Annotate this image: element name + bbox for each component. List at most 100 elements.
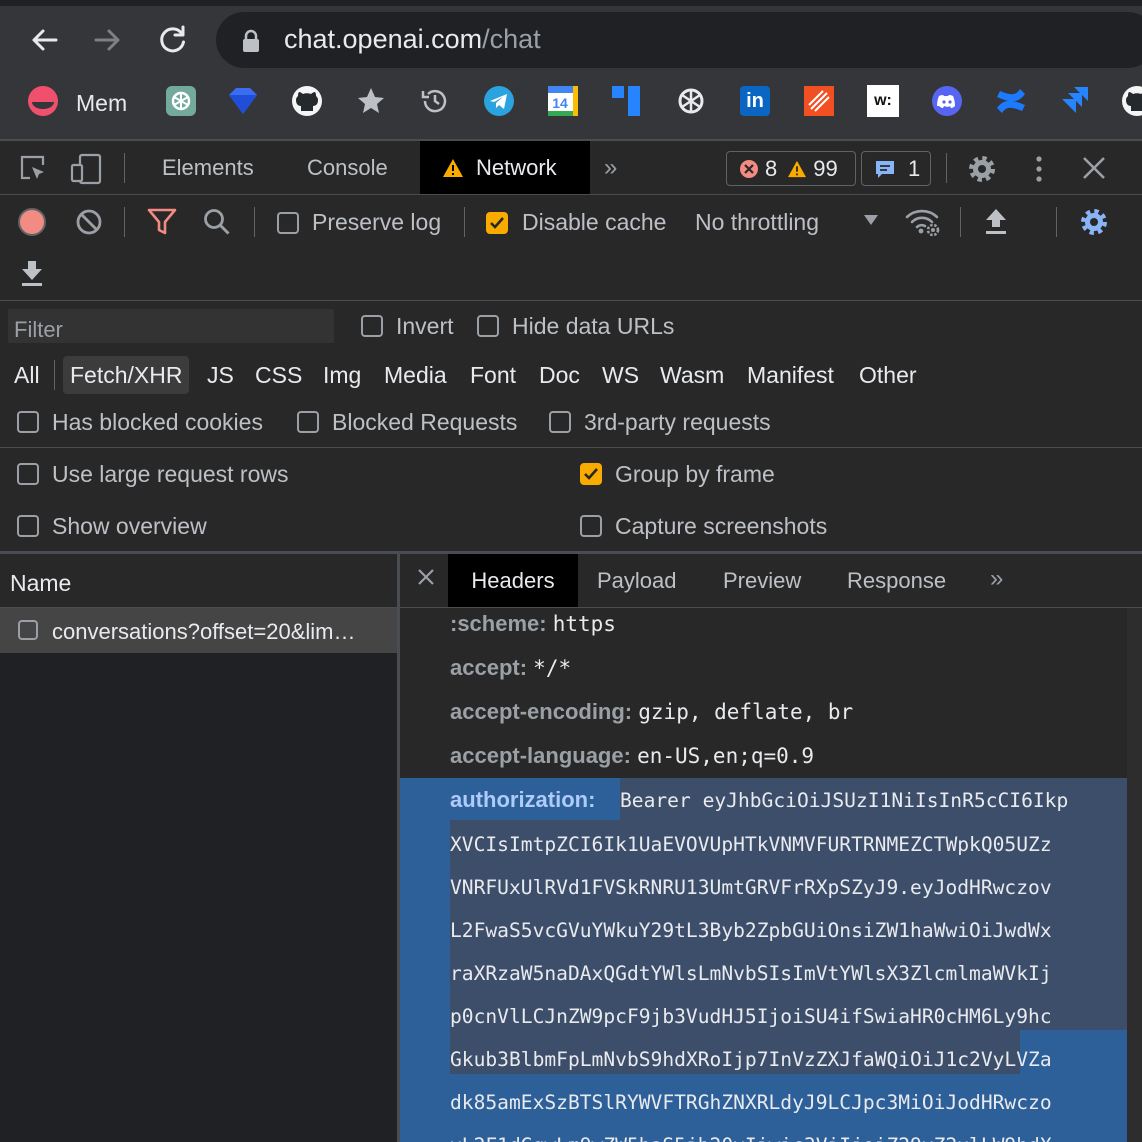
bookmark-diamond[interactable] bbox=[226, 84, 260, 118]
has-blocked-cookies-label[interactable]: Has blocked cookies bbox=[52, 409, 263, 436]
w-icon: w: bbox=[867, 85, 899, 117]
network-settings-button[interactable] bbox=[1078, 206, 1110, 243]
bookmark-telegram[interactable] bbox=[482, 84, 516, 118]
bookmark-calendar[interactable]: 14 bbox=[546, 84, 580, 118]
filter-font[interactable]: Font bbox=[470, 356, 516, 394]
filter-toggle-button[interactable] bbox=[146, 207, 178, 242]
device-toolbar-button[interactable] bbox=[70, 153, 104, 190]
bookmark-mem-label[interactable]: Mem bbox=[76, 90, 127, 117]
large-rows-label[interactable]: Use large request rows bbox=[52, 461, 289, 488]
capture-screenshots-label[interactable]: Capture screenshots bbox=[615, 513, 827, 540]
import-har-button[interactable] bbox=[982, 206, 1010, 241]
filter-media[interactable]: Media bbox=[384, 356, 447, 394]
show-overview-checkbox[interactable] bbox=[17, 515, 39, 537]
more-detail-tabs-button[interactable]: » bbox=[990, 565, 1003, 593]
tab-headers[interactable]: Headers bbox=[448, 554, 578, 607]
invert-checkbox[interactable] bbox=[361, 315, 383, 337]
blocked-requests-label[interactable]: Blocked Requests bbox=[332, 409, 517, 436]
clear-button[interactable] bbox=[75, 208, 103, 241]
bookmark-trello[interactable] bbox=[610, 84, 644, 118]
request-row[interactable]: conversations?offset=20&lim… bbox=[0, 608, 397, 653]
record-button[interactable] bbox=[18, 208, 46, 236]
lock-icon[interactable] bbox=[240, 28, 262, 59]
export-har-button[interactable] bbox=[18, 258, 46, 293]
trello-icon bbox=[612, 86, 640, 116]
messages-counter[interactable]: 1 bbox=[861, 151, 931, 186]
scrollbar[interactable] bbox=[1127, 608, 1142, 1142]
search-button[interactable] bbox=[202, 207, 232, 242]
filter-other[interactable]: Other bbox=[859, 356, 917, 394]
tab-elements[interactable]: Elements bbox=[162, 141, 254, 194]
third-party-checkbox[interactable] bbox=[549, 411, 571, 433]
throttling-dropdown-arrow[interactable] bbox=[862, 213, 880, 232]
header-value: gzip, deflate, br bbox=[638, 700, 854, 724]
header-value: */* bbox=[533, 656, 572, 680]
bookmark-history[interactable] bbox=[418, 84, 452, 118]
more-tabs-button[interactable]: » bbox=[604, 154, 617, 182]
bookmark-linkedin[interactable]: in bbox=[738, 84, 772, 118]
header-key: accept-language: bbox=[450, 743, 631, 768]
divider bbox=[960, 207, 961, 237]
auth-line: Gkub3BlbmFpLmNvbS9hdXRoIjp7InVzZXJfaWQiO… bbox=[450, 1048, 1052, 1071]
disable-cache-checkbox[interactable] bbox=[486, 212, 508, 234]
bookmark-openai-2[interactable] bbox=[674, 84, 708, 118]
bookmark-jira[interactable] bbox=[1058, 84, 1092, 118]
filter-ws[interactable]: WS bbox=[602, 356, 639, 394]
close-devtools-button[interactable] bbox=[1080, 154, 1108, 187]
bookmark-star[interactable] bbox=[354, 84, 388, 118]
inspect-element-button[interactable] bbox=[18, 153, 48, 188]
third-party-label[interactable]: 3rd-party requests bbox=[584, 409, 771, 436]
auth-line: L2FwaS5vcGVuYWkuY29tL3Byb2ZpbGUiOnsiZW1h… bbox=[450, 919, 1052, 942]
bookmark-github[interactable] bbox=[290, 84, 324, 118]
settings-button[interactable] bbox=[966, 153, 998, 190]
bookmark-github-2[interactable] bbox=[1120, 84, 1142, 118]
issues-counter[interactable]: 8 99 bbox=[726, 151, 856, 186]
tab-preview[interactable]: Preview bbox=[723, 554, 801, 607]
bookmark-openai[interactable] bbox=[164, 84, 198, 118]
tab-console[interactable]: Console bbox=[307, 141, 388, 194]
filter-js[interactable]: JS bbox=[207, 356, 234, 394]
blocked-requests-checkbox[interactable] bbox=[297, 411, 319, 433]
filter-all[interactable]: All bbox=[14, 356, 40, 394]
url-host: chat.openai.com bbox=[284, 24, 483, 54]
filter-img[interactable]: Img bbox=[323, 356, 361, 394]
invert-label[interactable]: Invert bbox=[396, 313, 454, 340]
filter-wasm[interactable]: Wasm bbox=[660, 356, 724, 394]
tab-payload[interactable]: Payload bbox=[597, 554, 677, 607]
hide-data-urls-checkbox[interactable] bbox=[477, 315, 499, 337]
forward-button[interactable] bbox=[90, 22, 126, 58]
bookmark-discord[interactable] bbox=[930, 84, 964, 118]
name-column-header[interactable]: Name bbox=[10, 570, 71, 597]
reload-icon bbox=[160, 25, 185, 53]
group-by-frame-checkbox[interactable] bbox=[580, 463, 602, 485]
large-rows-checkbox[interactable] bbox=[17, 463, 39, 485]
url-text[interactable]: chat.openai.com/chat bbox=[284, 24, 541, 55]
show-overview-label[interactable]: Show overview bbox=[52, 513, 207, 540]
back-button[interactable] bbox=[26, 22, 62, 58]
disable-cache-label[interactable]: Disable cache bbox=[522, 209, 666, 236]
has-blocked-cookies-checkbox[interactable] bbox=[17, 411, 39, 433]
group-by-frame-label[interactable]: Group by frame bbox=[615, 461, 775, 488]
throttling-select[interactable]: No throttling bbox=[695, 209, 819, 236]
download-icon bbox=[22, 261, 42, 286]
filter-input[interactable]: Filter bbox=[8, 309, 334, 343]
bookmark-mem[interactable] bbox=[26, 84, 60, 118]
preserve-log-checkbox[interactable] bbox=[277, 212, 299, 234]
bookmark-w[interactable]: w: bbox=[866, 84, 900, 118]
more-options-button[interactable] bbox=[1027, 153, 1051, 190]
capture-screenshots-checkbox[interactable] bbox=[580, 515, 602, 537]
reload-button[interactable] bbox=[154, 22, 190, 58]
auth-line: vL2F1dGgwLm9wZW5haS5jb20vIiwic3ViIjoiZ29… bbox=[450, 1134, 1052, 1142]
close-detail-button[interactable] bbox=[416, 567, 436, 592]
tab-network[interactable]: Network bbox=[420, 141, 590, 194]
filter-doc[interactable]: Doc bbox=[539, 356, 580, 394]
bookmark-app[interactable] bbox=[802, 84, 836, 118]
filter-css[interactable]: CSS bbox=[255, 356, 302, 394]
filter-manifest[interactable]: Manifest bbox=[747, 356, 834, 394]
preserve-log-label[interactable]: Preserve log bbox=[312, 209, 441, 236]
hide-data-urls-label[interactable]: Hide data URLs bbox=[512, 313, 674, 340]
bookmark-confluence[interactable] bbox=[994, 84, 1028, 118]
tab-response[interactable]: Response bbox=[847, 554, 946, 607]
filter-fetch-xhr[interactable]: Fetch/XHR bbox=[63, 356, 190, 394]
network-conditions-button[interactable] bbox=[904, 206, 942, 243]
